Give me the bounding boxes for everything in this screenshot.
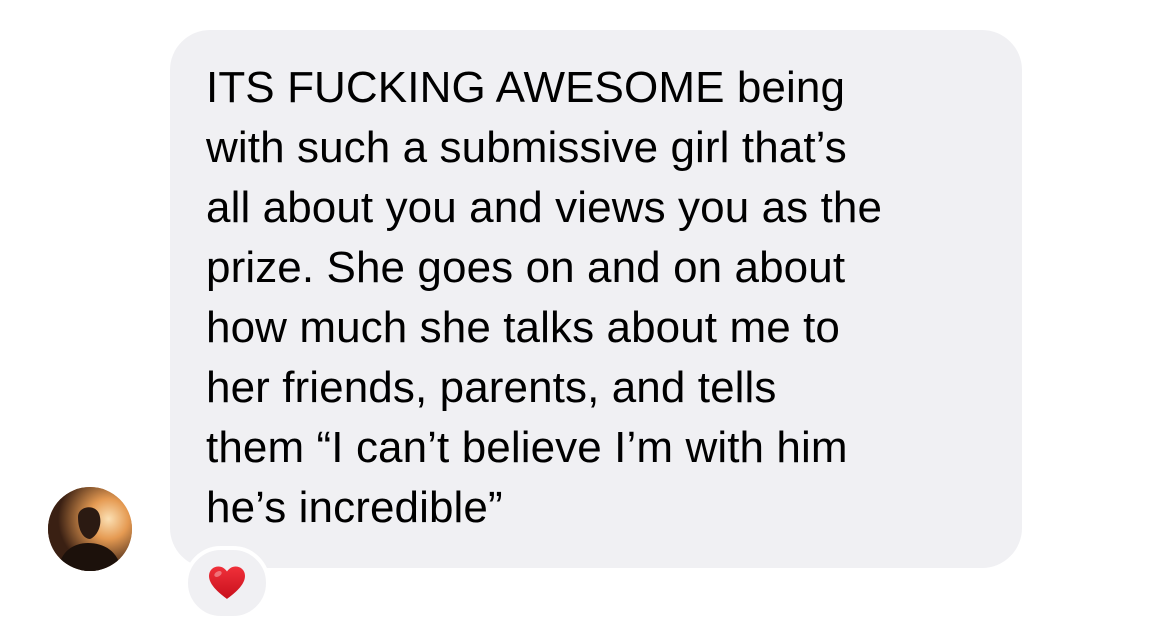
message-thread: ITS FUCKING AWESOME being with such a su… bbox=[0, 0, 1170, 642]
message-text: ITS FUCKING AWESOME being with such a su… bbox=[206, 58, 1006, 538]
message-line: he’s incredible” bbox=[206, 483, 503, 532]
message-line: with such a submissive girl that’s bbox=[206, 123, 847, 172]
red-heart-icon bbox=[209, 566, 245, 599]
message-line: them “I can’t believe I’m with him bbox=[206, 423, 848, 472]
person-silhouette-icon bbox=[48, 487, 132, 571]
message-line: her friends, parents, and tells bbox=[206, 363, 777, 412]
sender-avatar[interactable] bbox=[48, 487, 132, 571]
message-line: how much she talks about me to bbox=[206, 303, 840, 352]
message-line: ITS FUCKING AWESOME being bbox=[206, 63, 846, 112]
message-line: prize. She goes on and on about bbox=[206, 243, 846, 292]
heart-reaction[interactable] bbox=[184, 546, 270, 620]
message-line: all about you and views you as the bbox=[206, 183, 883, 232]
